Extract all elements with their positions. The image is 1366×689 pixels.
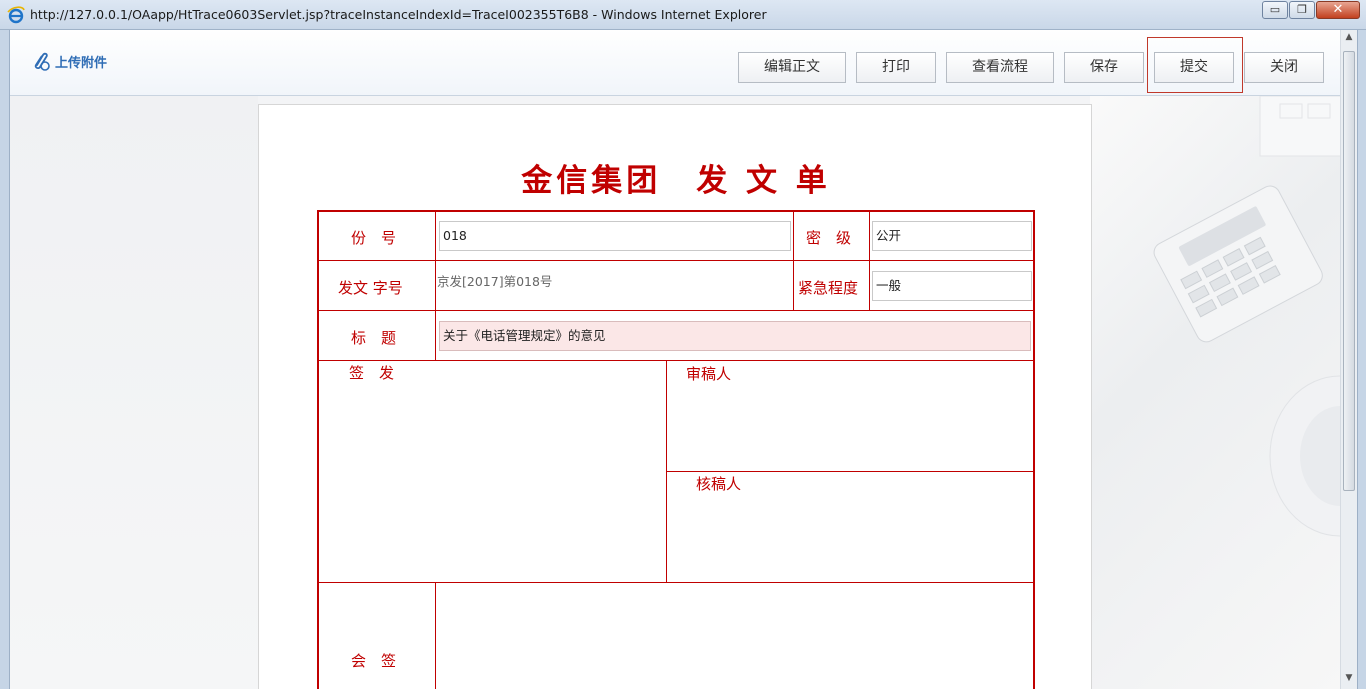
calculator-illustration xyxy=(1153,95,1340,537)
subject-field[interactable]: 关于《电话管理规定》的意见 xyxy=(439,321,1031,351)
print-button[interactable]: 打印 xyxy=(856,52,936,83)
doc-number-label: 发文 字号 xyxy=(338,279,403,297)
upload-attachment-link[interactable]: 上传附件 xyxy=(30,50,107,72)
scroll-up-icon[interactable]: ▲ xyxy=(1343,32,1355,46)
scroll-down-icon[interactable]: ▼ xyxy=(1343,673,1355,687)
secret-level-label: 密 级 xyxy=(806,229,852,247)
document-title: 金信集团 发 文 单 xyxy=(521,163,831,199)
toolbar: 上传附件 编辑正文 打印 查看流程 保存 提交 关闭 xyxy=(10,30,1340,96)
reviewer-area[interactable] xyxy=(668,382,1032,470)
urgency-field[interactable]: 一般 xyxy=(872,271,1032,301)
doc-number-value: 京发[2017]第018号 xyxy=(437,274,553,289)
edit-body-button[interactable]: 编辑正文 xyxy=(738,52,846,83)
window-frame-right xyxy=(1357,30,1366,689)
checker-label: 核稿人 xyxy=(696,475,742,493)
window-frame-left xyxy=(0,30,10,689)
sign-issue-area[interactable] xyxy=(320,380,664,580)
upload-attachment-label: 上传附件 xyxy=(55,55,108,71)
subject-label: 标 题 xyxy=(351,329,397,347)
submit-button[interactable]: 提交 xyxy=(1154,52,1234,83)
row-divider xyxy=(319,260,1033,261)
dispatch-form: 份 号 018 密 级 公开 发文 字号 京发[2017]第018号 紧急程度 … xyxy=(317,210,1035,689)
row-divider xyxy=(319,582,1033,583)
copy-number-field[interactable]: 018 xyxy=(439,221,791,251)
close-icon: ✕ xyxy=(1332,2,1344,17)
countersign-label: 会 签 xyxy=(351,652,397,670)
urgency-label: 紧急程度 xyxy=(798,279,859,297)
row-divider xyxy=(666,471,1033,472)
row-divider xyxy=(319,310,1033,311)
col-divider xyxy=(435,582,436,689)
window-titlebar: http://127.0.0.1/OAapp/HtTrace0603Servle… xyxy=(0,0,1366,30)
minimize-icon: ▭ xyxy=(1269,3,1281,16)
document-paper: 金信集团 发 文 单 份 号 018 密 级 公开 发文 字号 京发[2017]… xyxy=(258,104,1092,689)
minimize-button[interactable]: ▭ xyxy=(1262,1,1288,19)
copy-number-label: 份 号 xyxy=(351,229,397,247)
col-divider xyxy=(666,360,667,582)
window-title: http://127.0.0.1/OAapp/HtTrace0603Servle… xyxy=(30,7,767,22)
countersign-area[interactable] xyxy=(437,584,1032,689)
checker-area[interactable] xyxy=(668,492,1032,580)
restore-button[interactable]: ❐ xyxy=(1289,1,1315,19)
reviewer-label: 审稿人 xyxy=(686,365,732,383)
save-button[interactable]: 保存 xyxy=(1064,52,1144,83)
scroll-thumb[interactable] xyxy=(1343,51,1355,491)
secret-level-field[interactable]: 公开 xyxy=(872,221,1032,251)
background-desk-image xyxy=(1090,95,1340,689)
col-divider xyxy=(793,212,794,310)
close-button[interactable]: 关闭 xyxy=(1244,52,1324,83)
paperclip-icon xyxy=(34,52,50,71)
col-divider xyxy=(869,212,870,310)
ie-logo-icon xyxy=(7,6,25,24)
row-divider xyxy=(319,360,1033,361)
background-left xyxy=(10,96,258,689)
col-divider xyxy=(435,212,436,360)
view-flow-button[interactable]: 查看流程 xyxy=(946,52,1054,83)
vertical-scrollbar[interactable]: ▲ ▼ xyxy=(1340,30,1357,689)
restore-icon: ❐ xyxy=(1297,3,1307,16)
page-content: 上传附件 编辑正文 打印 查看流程 保存 提交 关闭 金信集团 发 文 单 份 … xyxy=(10,30,1340,689)
close-window-button[interactable]: ✕ xyxy=(1316,1,1360,19)
